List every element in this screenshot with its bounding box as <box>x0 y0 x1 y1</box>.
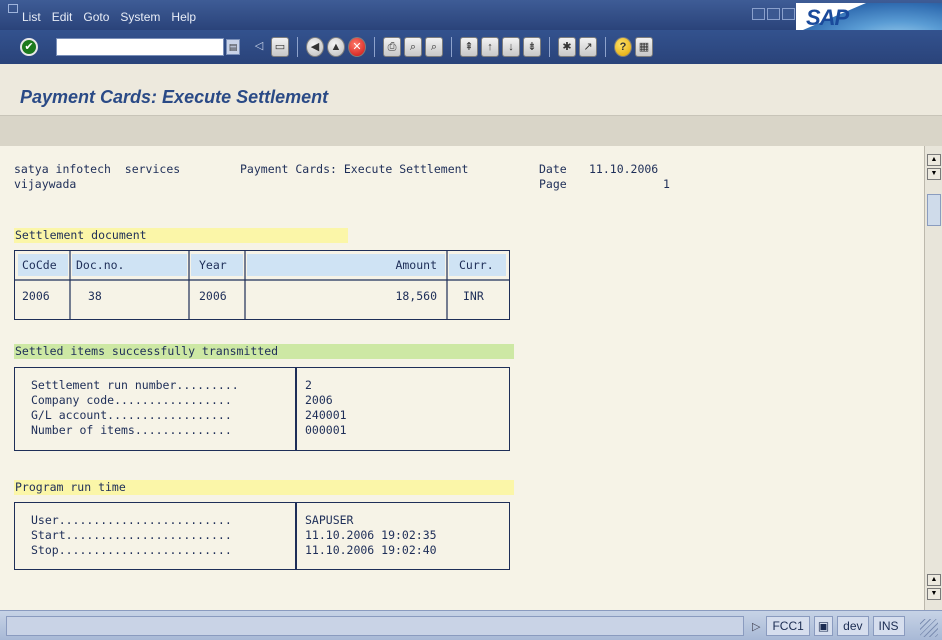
box-divider <box>295 368 297 450</box>
status-fields: ▷ FCC1 ▣ dev INS <box>752 616 905 636</box>
settled-label-company: Company code................. <box>31 393 232 407</box>
close-icon[interactable] <box>782 8 795 20</box>
resize-grip-icon[interactable] <box>920 619 938 637</box>
status-expand-icon[interactable]: ▷ <box>752 620 760 633</box>
cancel-icon[interactable]: ✕ <box>348 37 366 57</box>
run-label-user: User......................... <box>31 513 232 527</box>
table-grid-lines <box>15 251 509 319</box>
run-time-box: User......................... Start.....… <box>14 502 510 570</box>
separator <box>451 37 452 57</box>
report-company: satya infotech services <box>14 162 181 176</box>
logo-text: SAP <box>806 5 849 30</box>
status-mode[interactable]: INS <box>872 616 905 636</box>
separator <box>297 37 298 57</box>
separator <box>374 37 375 57</box>
scroll-down-bottom-icon[interactable]: ▼ <box>927 588 941 600</box>
report-heading: Payment Cards: Execute Settlement <box>240 162 469 176</box>
settled-value-gl: 240001 <box>305 408 347 422</box>
help-icon[interactable]: ? <box>614 37 632 57</box>
vertical-scrollbar[interactable]: ▲ ▼ ▲ ▼ <box>924 146 942 610</box>
next-page-icon[interactable]: ↓ <box>502 37 520 57</box>
collapse-icon[interactable]: ◁ <box>250 37 268 57</box>
date-value: 11.10.2006 <box>589 162 659 176</box>
menu-goto[interactable]: Goto <box>83 10 109 24</box>
save-icon[interactable]: ▭ <box>271 37 289 57</box>
shortcut-icon[interactable]: ↗ <box>579 37 597 57</box>
menu-list[interactable]: List <box>22 10 41 24</box>
settled-value-items: 000001 <box>305 423 347 437</box>
settled-items-box: Settlement run number......... Company c… <box>14 367 510 451</box>
server-info-icon[interactable]: ▣ <box>813 616 834 636</box>
status-message <box>6 616 744 636</box>
page-label: Page <box>539 177 567 191</box>
run-label-start: Start........................ <box>31 528 232 542</box>
status-transaction: FCC1 <box>766 616 810 636</box>
menu-items: List Edit Goto System Help <box>22 10 196 24</box>
status-bar: ▷ FCC1 ▣ dev INS <box>0 610 942 640</box>
scroll-thumb[interactable] <box>927 194 941 226</box>
title-bar: Payment Cards: Execute Settlement <box>0 64 942 116</box>
run-value-user: SAPUSER <box>305 513 354 527</box>
standard-toolbar: ✔ ▤ ◁ ▭ ◀ ▲ ✕ ⎙ ⌕ ⌕ ⇞ ↑ ↓ ⇟ ✱ ↗ ? ▦ <box>0 30 942 64</box>
settled-value-company: 2006 <box>305 393 333 407</box>
section-title-settlement: Settlement document <box>15 228 147 242</box>
previous-page-icon[interactable]: ↑ <box>481 37 499 57</box>
box-divider <box>295 503 297 569</box>
separator <box>549 37 550 57</box>
date-label: Date <box>539 162 567 176</box>
maximize-icon[interactable] <box>767 8 780 20</box>
scroll-down-icon[interactable]: ▼ <box>927 168 941 180</box>
settled-label-run: Settlement run number......... <box>31 378 239 392</box>
scroll-up-bottom-icon[interactable]: ▲ <box>927 574 941 586</box>
layout-menu-icon[interactable]: ▦ <box>635 37 653 57</box>
scroll-up-icon[interactable]: ▲ <box>927 154 941 166</box>
section-title-run-time: Program run time <box>15 480 126 494</box>
page-value: 1 <box>663 177 670 191</box>
back-icon[interactable]: ◀ <box>306 37 324 57</box>
find-next-icon[interactable]: ⌕ <box>425 37 443 57</box>
report-city: vijaywada <box>14 177 77 191</box>
separator <box>605 37 606 57</box>
menu-edit[interactable]: Edit <box>52 10 73 24</box>
toolbar-buttons: ◁ ▭ ◀ ▲ ✕ ⎙ ⌕ ⌕ ⇞ ↑ ↓ ⇟ ✱ ↗ ? ▦ <box>250 37 653 57</box>
print-icon[interactable]: ⎙ <box>383 37 401 57</box>
window-controls <box>752 8 795 20</box>
application-toolbar <box>0 116 942 146</box>
command-field[interactable] <box>56 38 224 56</box>
menu-system[interactable]: System <box>120 10 160 24</box>
report-list: satya infotech services Payment Cards: E… <box>0 146 924 610</box>
page-title: Payment Cards: Execute Settlement <box>20 87 329 107</box>
find-icon[interactable]: ⌕ <box>404 37 422 57</box>
run-value-start: 11.10.2006 19:02:35 <box>305 528 437 542</box>
run-value-stop: 11.10.2006 19:02:40 <box>305 543 437 557</box>
exit-icon[interactable]: ▲ <box>327 37 345 57</box>
status-system: dev <box>837 616 869 636</box>
settled-value-run: 2 <box>305 378 312 392</box>
new-session-icon[interactable]: ✱ <box>558 37 576 57</box>
menu-help[interactable]: Help <box>171 10 196 24</box>
system-menu-icon[interactable] <box>8 4 18 13</box>
section-title-settled-items: Settled items successfully transmitted <box>15 344 279 358</box>
last-page-icon[interactable]: ⇟ <box>523 37 541 57</box>
settlement-table: CoCde Doc.no. Year Amount Curr. 2006 38 … <box>14 250 510 320</box>
first-page-icon[interactable]: ⇞ <box>460 37 478 57</box>
minimize-icon[interactable] <box>752 8 765 20</box>
settled-label-gl: G/L account.................. <box>31 408 232 422</box>
menu-bar: List Edit Goto System Help SAP <box>0 0 942 65</box>
enter-check-icon[interactable]: ✔ <box>20 38 38 56</box>
settled-label-items: Number of items.............. <box>31 423 232 437</box>
command-history-icon[interactable]: ▤ <box>226 39 240 55</box>
run-label-stop: Stop......................... <box>31 543 232 557</box>
